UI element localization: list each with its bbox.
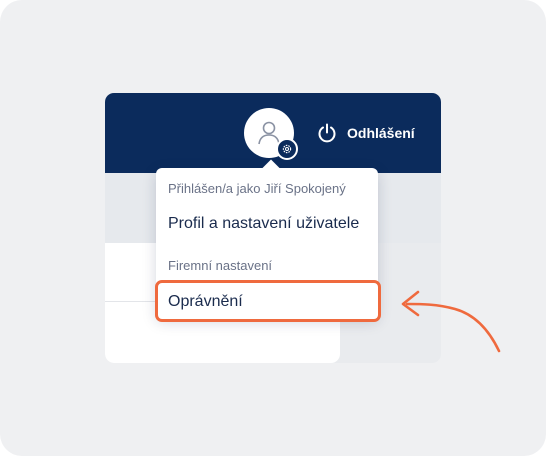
logged-in-as-label: Přihlášen/a jako Jiří Spokojený: [168, 181, 346, 196]
company-settings-label: Firemní nastavení: [168, 258, 273, 273]
power-icon: [318, 123, 336, 143]
pointer-arrow-icon: [401, 290, 501, 353]
profile-settings-item[interactable]: Profil a nastavení uživatele: [168, 215, 359, 233]
gear-icon: [282, 144, 292, 154]
settings-badge[interactable]: [276, 138, 298, 160]
canvas: Odhlášení Přihlášen/a jako Jiří Spokojen…: [0, 0, 546, 456]
permissions-highlight[interactable]: Oprávnění: [155, 280, 381, 322]
logout-button[interactable]: Odhlášení: [317, 122, 415, 144]
permissions-item[interactable]: Oprávnění: [168, 293, 243, 311]
logout-label: Odhlášení: [347, 125, 415, 141]
